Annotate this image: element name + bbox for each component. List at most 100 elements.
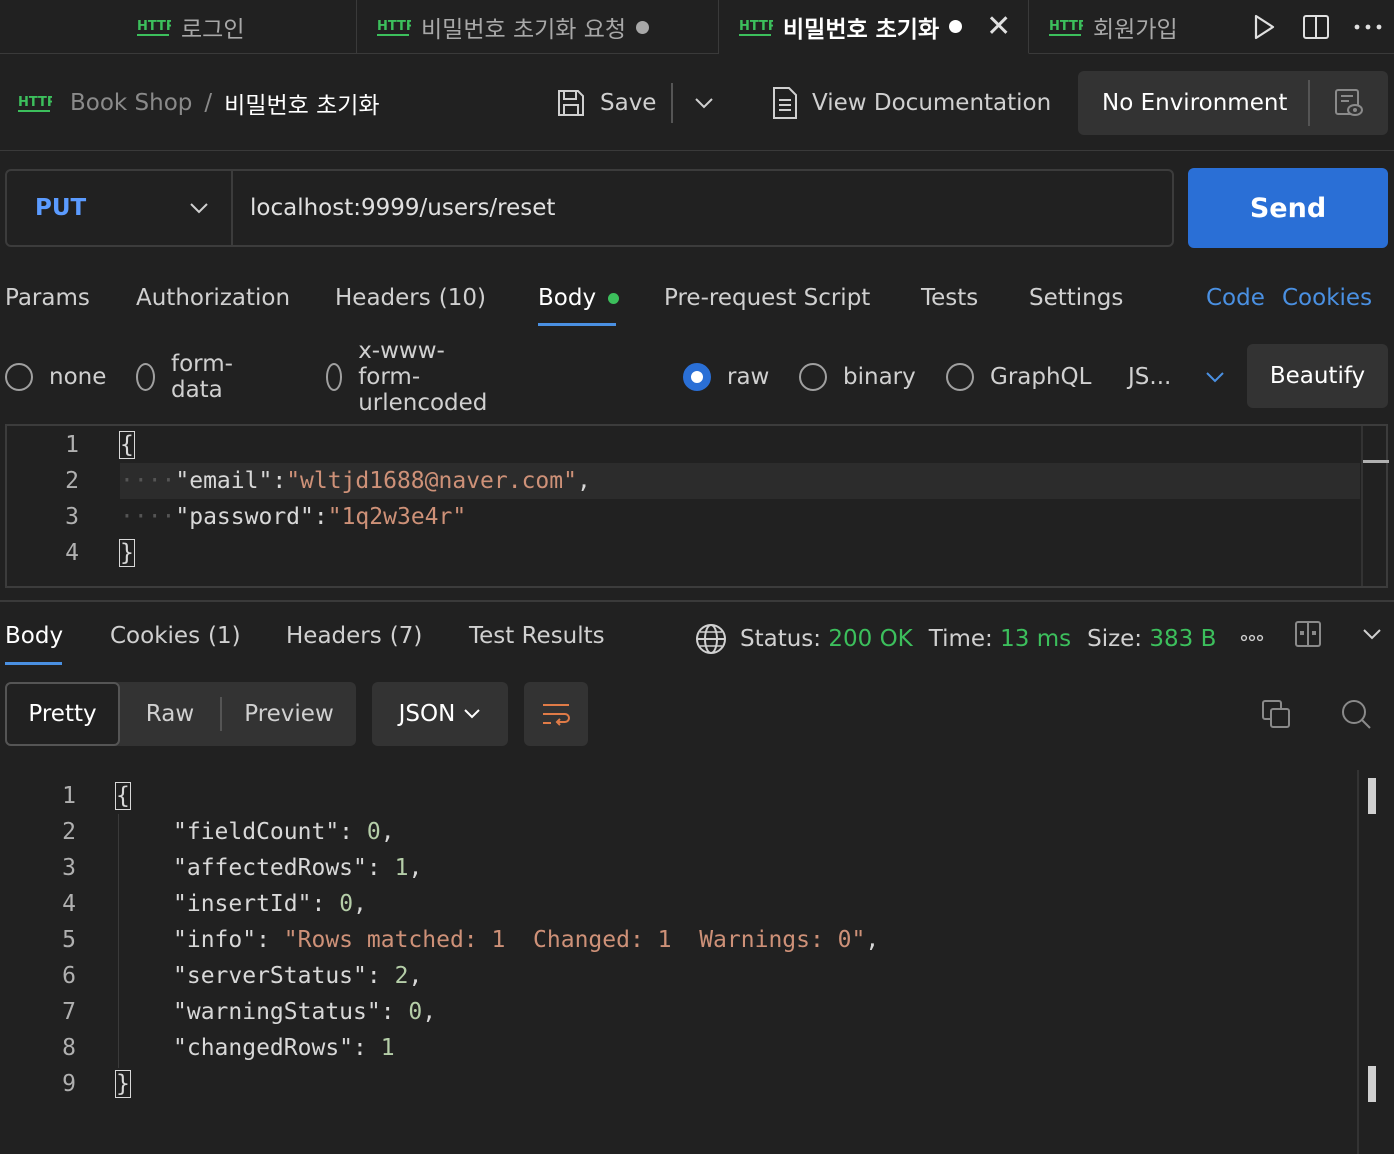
collapse-response-button[interactable] <box>1362 626 1382 645</box>
radio-circle-icon <box>326 363 343 391</box>
response-tab-body-label: Body <box>5 623 64 649</box>
line-number: 8 <box>62 1035 76 1061</box>
beautify-button[interactable]: Beautify <box>1247 344 1388 408</box>
code-line: 7 "warningStatus": 0, <box>0 994 1350 1030</box>
close-icon[interactable]: ✕ <box>986 11 1011 42</box>
tab-params[interactable]: Params <box>5 278 90 318</box>
tab-headers-label: Headers <box>335 285 431 311</box>
tab-signup[interactable]: HTTP 회원가입 <box>1029 0 1219 54</box>
time-label: Time: 13 ms <box>929 626 1071 652</box>
line-number: 4 <box>62 891 76 917</box>
json-key: "serverStatus" <box>173 963 367 989</box>
copy-response-button[interactable] <box>1260 698 1292 734</box>
status-value[interactable]: 200 OK <box>828 626 912 652</box>
method-selector[interactable]: PUT <box>7 171 233 245</box>
save-button[interactable]: Save <box>556 55 656 151</box>
code-line: 9} <box>0 1066 1350 1102</box>
environment-quick-look-button[interactable] <box>1310 87 1388 119</box>
wrap-lines-button[interactable] <box>524 682 588 746</box>
wrap-lines-icon <box>543 704 570 726</box>
scrollbar-thumb-top[interactable] <box>1368 778 1376 814</box>
ellipsis-icon <box>1354 24 1382 30</box>
scrollbar-thumb[interactable] <box>1363 460 1389 463</box>
breadcrumb-request-name[interactable]: 비밀번호 초기화 <box>224 86 379 120</box>
radio-form-data[interactable]: form-data <box>136 351 242 403</box>
view-documentation-button[interactable]: View Documentation <box>772 55 1051 151</box>
url-input[interactable] <box>233 195 1133 221</box>
colon: : <box>311 891 340 917</box>
ellipsis-icon <box>1240 634 1264 642</box>
language-selector[interactable]: JS... <box>1128 352 1225 402</box>
layout-toggle-button[interactable] <box>1294 620 1322 652</box>
code-line: 2 "fieldCount": 0, <box>0 814 1350 850</box>
tab-password-reset[interactable]: HTTP 비밀번호 초기화 ✕ <box>719 0 1029 54</box>
cookies-link[interactable]: Cookies <box>1282 278 1372 318</box>
radio-binary[interactable]: binary <box>799 352 916 402</box>
radio-selected-icon <box>683 363 711 391</box>
colon: : <box>256 927 284 953</box>
colon: : <box>339 819 367 845</box>
tab-authorization[interactable]: Authorization <box>136 278 290 318</box>
send-button[interactable]: Send <box>1188 168 1388 248</box>
response-tab-headers[interactable]: Headers (7) <box>286 616 422 656</box>
code-line: 3 "affectedRows": 1, <box>0 850 1350 886</box>
tab-login[interactable]: HTTP 로그인 <box>117 0 357 54</box>
code-line: 3 ···· "password": "1q2w3e4r" <box>7 499 1357 535</box>
response-tab-cookies[interactable]: Cookies (1) <box>110 616 241 656</box>
response-body-viewer[interactable]: 1{2 "fieldCount": 0, 3 "affectedRows": 1, 4 "… <box>0 770 1394 1154</box>
json-key: "info" <box>173 927 257 953</box>
size-value[interactable]: 383 B <box>1149 626 1216 652</box>
more-options-button[interactable] <box>1342 0 1394 54</box>
split-view-button[interactable] <box>1290 0 1342 54</box>
tab-headers[interactable]: Headers (10) <box>335 278 486 318</box>
request-body-editor[interactable]: 1 { ···· "email": "wltjd1688@naver.com", … <box>5 424 1389 588</box>
response-tab-test-results-label: Test Results <box>469 623 605 649</box>
globe-icon[interactable] <box>694 622 728 656</box>
tab-settings[interactable]: Settings <box>1029 278 1123 318</box>
colon: : <box>366 963 395 989</box>
breadcrumb-collection[interactable]: Book Shop <box>70 90 192 116</box>
radio-graphql[interactable]: GraphQL <box>946 352 1091 402</box>
save-options-button[interactable] <box>694 55 714 151</box>
colon: : <box>313 504 328 530</box>
tab-prerequest-script[interactable]: Pre-request Script <box>664 278 870 318</box>
scrollbar-thumb-bottom[interactable] <box>1368 1066 1376 1102</box>
comma: , <box>865 927 880 953</box>
radio-none[interactable]: none <box>5 352 106 402</box>
view-preview-button[interactable]: Preview <box>222 682 356 746</box>
radio-binary-label: binary <box>843 364 916 390</box>
active-tab-indicator <box>5 662 62 665</box>
environment-selector[interactable]: No Environment <box>1078 71 1388 135</box>
request-header: HTTP Book Shop / 비밀번호 초기화 Save View Docu… <box>0 55 1394 151</box>
code-link[interactable]: Code <box>1206 278 1265 318</box>
tab-tests[interactable]: Tests <box>921 278 978 318</box>
tab-body[interactable]: Body <box>538 278 620 318</box>
json-property: "info": "Rows matched: 1 Changed: 1 Warn… <box>173 927 879 953</box>
response-more-button[interactable] <box>1240 628 1264 652</box>
chevron-down-icon <box>1363 629 1381 640</box>
pane-divider[interactable] <box>0 600 1394 602</box>
radio-urlencoded[interactable]: x-www-form-urlencoded <box>326 338 499 416</box>
view-documentation-label: View Documentation <box>812 90 1052 116</box>
tab-password-reset-request[interactable]: HTTP 비밀번호 초기화 요청 <box>357 0 719 54</box>
close-brace: } <box>115 1070 131 1098</box>
status-key: Status: <box>740 626 822 652</box>
search-response-button[interactable] <box>1340 698 1372 734</box>
comma: , <box>408 855 423 881</box>
code-content: ···· "password": "1q2w3e4r" <box>120 504 466 530</box>
comma: , <box>353 891 367 917</box>
run-button[interactable] <box>1238 0 1290 54</box>
response-tab-body[interactable]: Body <box>5 616 63 656</box>
time-value[interactable]: 13 ms <box>1000 626 1071 652</box>
radio-form-data-label: form-data <box>170 351 233 403</box>
save-icon <box>558 90 584 116</box>
format-selector[interactable]: JSON <box>372 682 508 746</box>
view-raw-button[interactable]: Raw <box>120 682 220 746</box>
comma: , <box>576 468 591 494</box>
comma: , <box>380 819 395 845</box>
radio-raw[interactable]: raw <box>683 352 769 402</box>
response-tab-test-results[interactable]: Test Results <box>469 616 605 656</box>
line-number: 3 <box>65 504 79 530</box>
view-pretty-button[interactable]: Pretty <box>5 682 120 746</box>
copy-icon <box>1262 700 1290 728</box>
